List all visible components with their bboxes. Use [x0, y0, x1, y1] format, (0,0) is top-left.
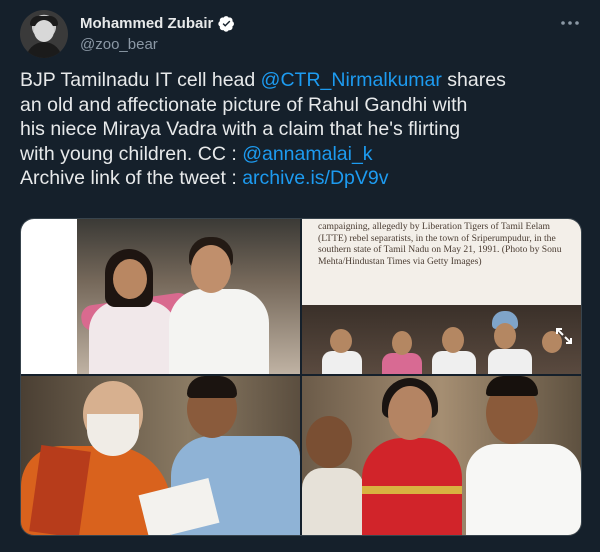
author-handle[interactable]: @zoo_bear [80, 36, 158, 53]
more-options-icon[interactable] [560, 16, 580, 30]
tweet-text-segment: his niece Miraya Vadra with a claim that… [20, 118, 461, 140]
author-display-name[interactable]: Mohammed Zubair [80, 15, 213, 32]
tweet-line: with young children. CC : @annamalai_k [20, 142, 580, 167]
media-photo-4[interactable] [302, 376, 581, 535]
verified-badge-icon [218, 16, 235, 32]
tweet-text-segment: BJP Tamilnadu IT cell head [20, 69, 261, 91]
tweet-text-segment: with young children. CC : [20, 142, 243, 165]
avatar[interactable] [20, 10, 68, 58]
tweet-header: Mohammed Zubair @zoo_bear [20, 10, 580, 60]
photo-caption: campaigning, allegedly by Liberation Tig… [318, 221, 562, 267]
mention-link[interactable]: @annamalai_k [242, 143, 372, 165]
tweet-line: his niece Miraya Vadra with a claim that… [20, 117, 580, 142]
tweet-text-segment: shares [441, 69, 506, 91]
author-name-row[interactable]: Mohammed Zubair [80, 15, 235, 32]
tweet-line: BJP Tamilnadu IT cell head @CTR_Nirmalku… [20, 68, 580, 93]
tweet-text-segment: Archive link of the tweet : [20, 167, 243, 189]
tweet-line: an old and affectionate picture of Rahul… [20, 93, 580, 118]
archive-link[interactable]: archive.is/DpV9v [242, 167, 388, 189]
tweet-text: BJP Tamilnadu IT cell head @CTR_Nirmalku… [20, 68, 580, 191]
expand-icon[interactable] [555, 327, 573, 345]
media-grid: campaigning, allegedly by Liberation Tig… [20, 218, 582, 536]
media-photo-3[interactable] [21, 376, 300, 535]
tweet-text-segment: an old and affectionate picture of Rahul… [20, 93, 468, 116]
tweet-line: Archive link of the tweet : archive.is/D… [20, 166, 580, 191]
media-photo-2[interactable]: campaigning, allegedly by Liberation Tig… [302, 219, 581, 374]
media-photo-1[interactable] [21, 219, 300, 374]
mention-link[interactable]: @CTR_Nirmalkumar [261, 69, 442, 91]
